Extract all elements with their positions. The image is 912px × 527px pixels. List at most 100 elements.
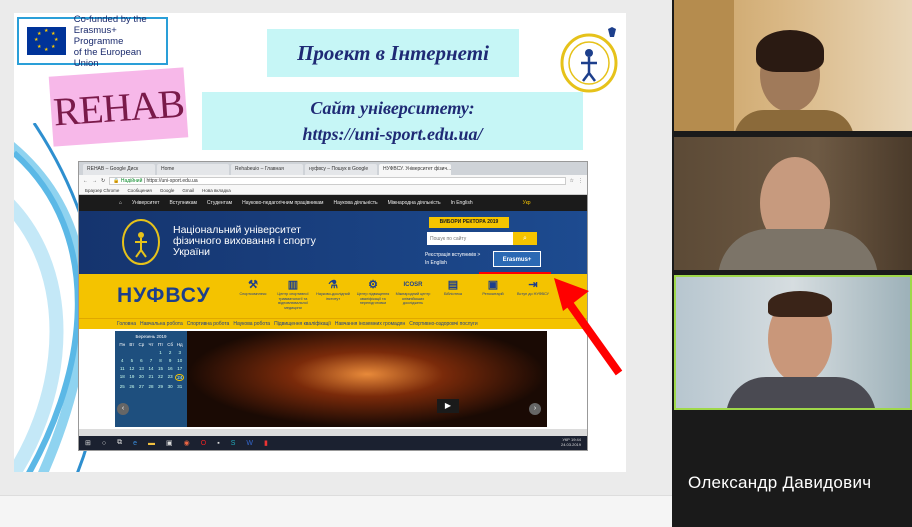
eu-flag-icon: ★ ★ ★ ★ ★ ★ ★ ★ bbox=[27, 27, 66, 55]
participant-name: Олександр Давидович bbox=[688, 473, 872, 492]
site-header: Національний університет фізичного вихов… bbox=[79, 211, 587, 274]
calendar-day: 24 bbox=[175, 374, 184, 381]
presentation-bottom-bar bbox=[0, 495, 672, 527]
url-text: https://uni-sport.edu.ua bbox=[146, 177, 198, 184]
search-icon: ⌕ bbox=[513, 232, 537, 245]
box-icon: ▣ bbox=[487, 279, 499, 291]
presentation-slide: ★ ★ ★ ★ ★ ★ ★ ★ Co-funded by the Erasmus+ Pro… bbox=[14, 13, 626, 472]
site-menu-item: Університет bbox=[132, 200, 160, 206]
calendar-day: 6 bbox=[140, 358, 143, 363]
calendar-day: 16 bbox=[167, 366, 173, 371]
library-link: ▤ Бібліотека bbox=[435, 278, 471, 297]
door-frame bbox=[674, 0, 734, 131]
participant-tile-no-video[interactable]: Олександр Давидович bbox=[674, 415, 912, 527]
calendar-day: 1 bbox=[159, 350, 162, 355]
site-menu-item: Вступникам bbox=[169, 200, 197, 206]
admission-link: ⇥ Вступ до НУФВСУ bbox=[515, 278, 551, 297]
taskbar-clock: УКР 19:44 24.03.2019 bbox=[560, 437, 581, 447]
sport-complex-link: ⚒ Спорткомплекс bbox=[235, 278, 271, 297]
secure-label: Надійний bbox=[120, 177, 143, 184]
bookmark-item: Нова вкладка bbox=[202, 187, 231, 193]
windows-start-icon: ⊞ bbox=[85, 440, 91, 447]
calendar-day: 29 bbox=[158, 384, 164, 389]
slide-subtitle: Сайт університету: https://uni-sport.edu… bbox=[202, 92, 583, 150]
bookmark-item: Браузер Chrome bbox=[85, 187, 120, 193]
registration-links: Реєстрація вступників > In English bbox=[425, 252, 481, 266]
gear-icon: ⚙ bbox=[368, 279, 378, 291]
calendar-day: 17 bbox=[177, 366, 183, 371]
enter-icon: ⇥ bbox=[528, 279, 538, 291]
calendar-day: 2 bbox=[168, 350, 172, 355]
calendar-day: 26 bbox=[129, 384, 135, 389]
site-breadcrumb-nav: Головна Навчальна робота Спортивна робот… bbox=[79, 318, 587, 329]
dumbbell-icon: ⚒ bbox=[248, 279, 258, 291]
store-icon: ▣ bbox=[166, 440, 173, 447]
site-menu-item: Науково-педагогічним працівникам bbox=[242, 200, 324, 206]
calendar-day: 31 bbox=[177, 384, 183, 389]
library-icon: ▤ bbox=[447, 279, 459, 291]
site-emblem-icon bbox=[122, 219, 160, 265]
building-icon: ▥ bbox=[287, 279, 299, 291]
calendar-month: Березень 2019 bbox=[135, 334, 167, 339]
participant-shirt bbox=[726, 377, 876, 408]
calendar-day-head: Чт bbox=[148, 342, 154, 347]
site-menu-item: Студентам bbox=[206, 200, 233, 206]
calendar-day bbox=[128, 350, 137, 355]
windows-taskbar: ⊞ ○ ⧉ e ▬ ▣ ◉ O ▪ S W ▮ УКР 19:44 24.03.… bbox=[79, 436, 587, 450]
calendar-day: 27 bbox=[138, 384, 144, 389]
participant-video[interactable] bbox=[674, 137, 912, 270]
browser-screenshot: REHAB – Google Диск Home Rehabeuio – Гла… bbox=[78, 161, 588, 451]
qualification-link: ⚙ Центр підвищення кваліфікації та перепі… bbox=[356, 279, 390, 305]
site-brand: НУФВСУ bbox=[117, 284, 211, 307]
calendar-day-head: Пн bbox=[119, 342, 126, 347]
word-icon: W bbox=[246, 439, 253, 447]
calendar-day: 9 bbox=[168, 358, 172, 363]
flask-icon: ⚗ bbox=[328, 279, 338, 291]
search-icon: ○ bbox=[101, 439, 107, 447]
bookmark-item: Google bbox=[159, 187, 175, 193]
calendar-day: 28 bbox=[148, 384, 154, 389]
chevron-left-icon: ‹ bbox=[117, 403, 129, 415]
calendar-day: 11 bbox=[119, 366, 125, 371]
browser-address-bar: ← → ↻ 🔒 Надійний | https://uni-sport.edu… bbox=[79, 175, 587, 186]
folder-icon: ▬ bbox=[148, 439, 156, 447]
calendar-day: 15 bbox=[158, 366, 164, 371]
reload-icon: ↻ bbox=[101, 177, 106, 184]
forward-arrow-icon: → bbox=[92, 177, 97, 184]
chevron-right-icon: › bbox=[529, 403, 541, 415]
bookmark-item: Gmail bbox=[182, 187, 195, 193]
calendar-day: 8 bbox=[159, 358, 162, 363]
home-icon: ⌂ bbox=[119, 200, 123, 206]
opera-icon: O bbox=[200, 439, 207, 447]
calendar-day-head: Сб bbox=[167, 342, 174, 347]
browser-tab: Home bbox=[157, 164, 229, 175]
calendar-day: 3 bbox=[178, 350, 181, 355]
calendar-day-head: Нд bbox=[176, 342, 183, 347]
calendar-day bbox=[137, 350, 146, 355]
calendar-day: 25 bbox=[119, 384, 125, 389]
participant-hoodie bbox=[718, 229, 878, 270]
shared-screen: ★ ★ ★ ★ ★ ★ ★ ★ Co-funded by the Erasmus+ Pro… bbox=[0, 0, 672, 527]
bookmark-item: Сообщения bbox=[127, 187, 152, 193]
participant-video-active[interactable] bbox=[674, 275, 912, 410]
site-content: Березень 2019 Пн Вт Ср Чт Пт Сб Нд 1 2 3 4 5 6 7 8 9 10 1… bbox=[79, 329, 587, 429]
olympic-center-link: ICOSR Міжнародний центр олімпійських досл… bbox=[395, 278, 431, 306]
browser-tab-active: НУФВСУ. Університет фізич... bbox=[379, 164, 451, 175]
calendar-day: 20 bbox=[138, 374, 144, 379]
calendar-day: 13 bbox=[138, 366, 144, 371]
site-lang: Укр bbox=[522, 200, 531, 206]
video-gallery: Олександр Давидович bbox=[672, 0, 912, 527]
task-view-icon: ⧉ bbox=[117, 439, 123, 446]
browser-tab: Rehabeuio – Главная bbox=[231, 164, 303, 175]
media-icon: ▪ bbox=[217, 439, 220, 447]
calendar-day: 4 bbox=[121, 358, 124, 363]
skype-icon: S bbox=[230, 439, 236, 447]
participant-video[interactable] bbox=[674, 0, 912, 131]
site-name: Національний університет фізичного вихов… bbox=[173, 224, 316, 258]
calendar-day: 23 bbox=[167, 374, 173, 379]
calendar-day: 14 bbox=[148, 366, 154, 371]
menu-dots-icon: ⋮ bbox=[578, 177, 583, 184]
calendar-day: 22 bbox=[158, 374, 164, 379]
pdf-icon: ▮ bbox=[263, 440, 268, 447]
site-menu-item: In English bbox=[450, 200, 473, 206]
